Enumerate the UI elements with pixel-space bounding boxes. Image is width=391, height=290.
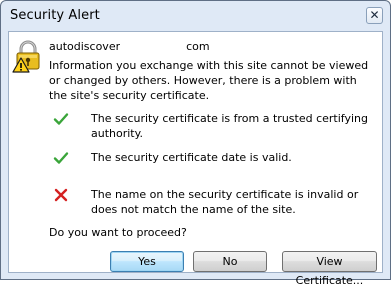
site-address-suffix: com xyxy=(186,40,210,53)
check-icon xyxy=(53,113,69,125)
yes-button[interactable]: Yes xyxy=(110,251,184,272)
proceed-question: Do you want to proceed? xyxy=(49,226,187,239)
security-alert-dialog: Security Alert ✕ autodiscover com Informa… xyxy=(0,0,391,287)
check-icon xyxy=(53,152,69,164)
dialog-content: autodiscover com Information you exchange… xyxy=(8,31,383,287)
site-address: autodiscover com xyxy=(49,39,210,55)
redacted-domain xyxy=(120,39,187,55)
close-button[interactable]: ✕ xyxy=(366,7,383,24)
check-date-valid-text: The security certificate date is valid. xyxy=(91,151,292,164)
no-button[interactable]: No xyxy=(193,251,267,272)
check-name-invalid-text: The name on the security certificate is … xyxy=(91,188,359,216)
site-address-prefix: autodiscover xyxy=(49,40,121,53)
error-x-icon xyxy=(54,188,68,202)
view-certificate-button[interactable]: View Certificate... xyxy=(282,251,377,287)
info-message: Information you exchange with this site … xyxy=(49,59,369,102)
dialog-title: Security Alert xyxy=(10,8,100,23)
check-trusted-authority-text: The security certificate is from a trust… xyxy=(91,112,368,140)
padlock-warning-icon xyxy=(12,40,40,73)
title-bar[interactable]: Security Alert ✕ xyxy=(1,1,390,32)
